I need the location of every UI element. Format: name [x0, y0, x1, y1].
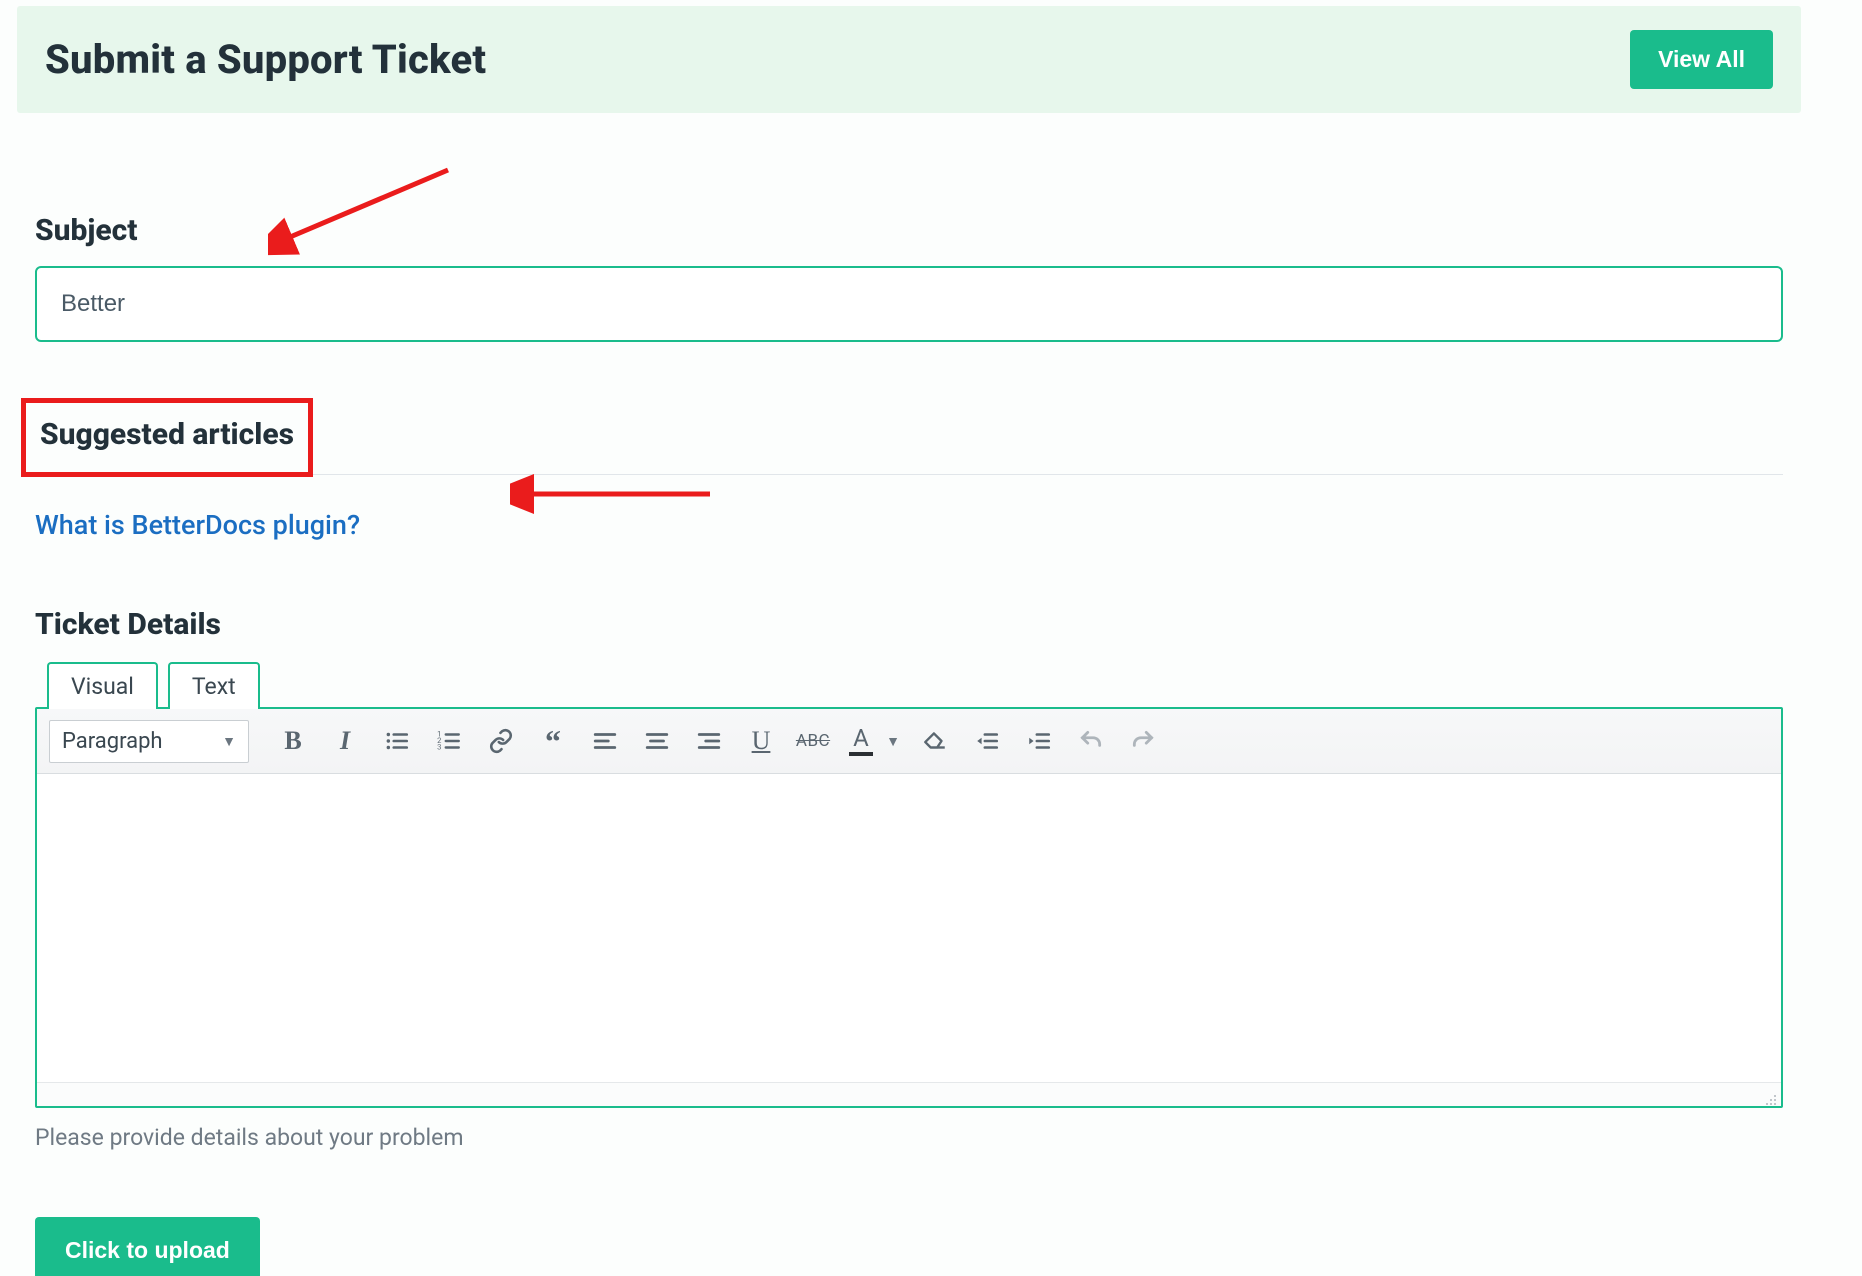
- page-header: Submit a Support Ticket View All: [17, 6, 1801, 113]
- link-icon: [488, 728, 514, 754]
- text-color-swatch: [849, 752, 873, 756]
- bold-button[interactable]: B: [271, 719, 315, 763]
- italic-icon: I: [340, 726, 350, 756]
- subject-label: Subject: [35, 213, 1783, 248]
- format-dropdown[interactable]: Paragraph ▼: [49, 720, 249, 763]
- outdent-button[interactable]: [965, 719, 1009, 763]
- italic-button[interactable]: I: [323, 719, 367, 763]
- bullet-list-icon: [384, 728, 410, 754]
- undo-icon: [1078, 728, 1104, 754]
- details-helper-text: Please provide details about your proble…: [35, 1124, 1783, 1151]
- blockquote-button[interactable]: “: [531, 719, 575, 763]
- align-left-icon: [592, 728, 618, 754]
- redo-icon: [1130, 728, 1156, 754]
- tab-text[interactable]: Text: [168, 662, 260, 709]
- clear-formatting-button[interactable]: [913, 719, 957, 763]
- bold-icon: B: [284, 726, 301, 756]
- redo-button[interactable]: [1121, 719, 1165, 763]
- text-color-button[interactable]: A ▼: [843, 719, 905, 763]
- suggested-articles-heading: Suggested articles: [40, 417, 294, 452]
- indent-button[interactable]: [1017, 719, 1061, 763]
- numbered-list-button[interactable]: 123: [427, 719, 471, 763]
- link-button[interactable]: [479, 719, 523, 763]
- view-all-button[interactable]: View All: [1630, 30, 1773, 89]
- editor-statusbar: [37, 1082, 1781, 1106]
- align-center-icon: [644, 728, 670, 754]
- bullet-list-button[interactable]: [375, 719, 419, 763]
- align-right-icon: [696, 728, 722, 754]
- resize-handle-icon[interactable]: [1761, 1090, 1777, 1106]
- text-color-caret[interactable]: ▼: [881, 719, 905, 763]
- suggested-heading-annotation-box: Suggested articles: [21, 398, 313, 477]
- eraser-icon: [922, 728, 948, 754]
- subject-input[interactable]: [35, 266, 1783, 342]
- tab-visual[interactable]: Visual: [47, 662, 158, 709]
- outdent-icon: [974, 728, 1000, 754]
- divider: [35, 474, 1783, 475]
- editor-toolbar: Paragraph ▼ B I 123: [37, 709, 1781, 774]
- strikethrough-icon: ABC: [796, 731, 830, 751]
- rich-text-editor: Paragraph ▼ B I 123: [35, 707, 1783, 1108]
- upload-button[interactable]: Click to upload: [35, 1217, 260, 1276]
- strikethrough-button[interactable]: ABC: [791, 719, 835, 763]
- chevron-down-icon: ▼: [222, 733, 236, 750]
- page-title: Submit a Support Ticket: [45, 36, 486, 83]
- underline-button[interactable]: U: [739, 719, 783, 763]
- ticket-details-label: Ticket Details: [35, 607, 1783, 642]
- text-color-icon: A: [853, 726, 869, 750]
- svg-text:3: 3: [437, 743, 441, 752]
- quote-icon: “: [545, 733, 561, 749]
- editor-tabs: Visual Text: [47, 662, 1783, 709]
- underline-icon: U: [752, 726, 771, 756]
- numbered-list-icon: 123: [436, 728, 462, 754]
- undo-button[interactable]: [1069, 719, 1113, 763]
- format-dropdown-value: Paragraph: [62, 729, 163, 754]
- align-left-button[interactable]: [583, 719, 627, 763]
- align-right-button[interactable]: [687, 719, 731, 763]
- align-center-button[interactable]: [635, 719, 679, 763]
- suggested-article-link[interactable]: What is BetterDocs plugin?: [35, 509, 360, 541]
- editor-content-area[interactable]: [37, 774, 1781, 1082]
- indent-icon: [1026, 728, 1052, 754]
